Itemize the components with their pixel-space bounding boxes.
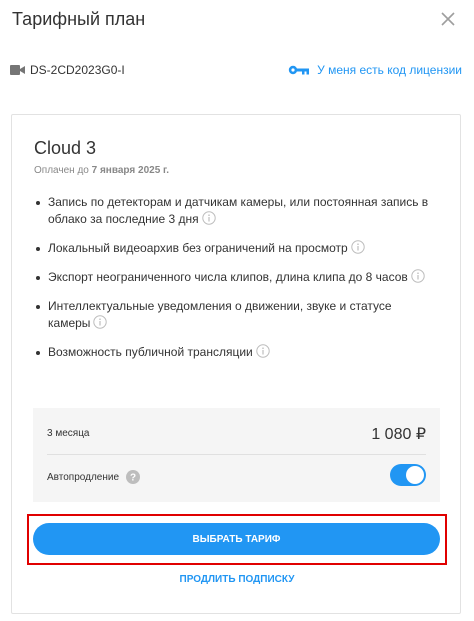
autorenew-row: Автопродление ? [47, 470, 141, 484]
dialog-title: Тарифный план [12, 9, 146, 29]
toggle-knob [406, 466, 424, 484]
autorenew-toggle[interactable] [390, 464, 426, 486]
camera-icon [10, 65, 25, 75]
feature-list: Запись по детекторам и датчикам камеры, … [34, 194, 434, 361]
select-plan-button[interactable]: ВЫБРАТЬ ТАРИФ [33, 523, 440, 555]
feature-text: Локальный видеоархив без ограничений на … [48, 241, 348, 255]
help-icon[interactable]: ? [126, 470, 141, 484]
paid-until-date: 7 января 2025 г. [91, 165, 169, 176]
license-link-label: У меня есть код лицензии [317, 63, 462, 77]
close-icon [441, 12, 455, 26]
info-icon[interactable] [350, 240, 365, 254]
device-row: DS-2CD2023G0-I У меня есть код лицензии [10, 60, 464, 80]
autorenew-label: Автопродление [47, 471, 120, 483]
close-button[interactable] [437, 8, 459, 30]
svg-text:?: ? [130, 473, 136, 484]
feature-text: Экспорт неограниченного числа клипов, дл… [48, 270, 408, 284]
divider [47, 454, 426, 455]
license-code-link[interactable]: У меня есть код лицензии [288, 62, 462, 78]
feature-text: Запись по детекторам и датчикам камеры, … [48, 195, 429, 226]
device-id: DS-2CD2023G0-I [30, 63, 125, 77]
feature-text: Возможность публичной трансляции [48, 345, 253, 359]
subscription-period: 3 месяца [47, 428, 90, 439]
plan-name: Cloud 3 [34, 138, 97, 158]
paid-until: Оплачен до 7 января 2025 г. [34, 165, 169, 176]
extend-subscription-link[interactable]: ПРОДЛИТЬ ПОДПИСКУ [12, 574, 462, 585]
info-icon[interactable] [256, 344, 270, 358]
plan-card: Cloud 3 Оплачен до 7 января 2025 г. Запи… [11, 114, 461, 614]
paid-until-prefix: Оплачен до [34, 165, 89, 176]
subscription-price: 1 080 ₽ [371, 426, 426, 443]
pricing-panel: 3 месяца 1 080 ₽ Автопродление ? [33, 408, 440, 502]
feature-item: Возможность публичной трансляции [34, 344, 434, 361]
feature-item: Локальный видеоархив без ограничений на … [34, 240, 434, 257]
feature-item: Интеллектуальные уведомления о движении,… [34, 298, 434, 332]
dialog-header: Тарифный план [0, 0, 474, 40]
info-icon[interactable] [411, 269, 425, 283]
feature-item: Экспорт неограниченного числа клипов, дл… [34, 269, 434, 286]
feature-item: Запись по детекторам и датчикам камеры, … [34, 194, 434, 228]
key-icon [288, 65, 310, 75]
info-icon[interactable] [93, 315, 108, 329]
info-icon[interactable] [201, 211, 216, 225]
